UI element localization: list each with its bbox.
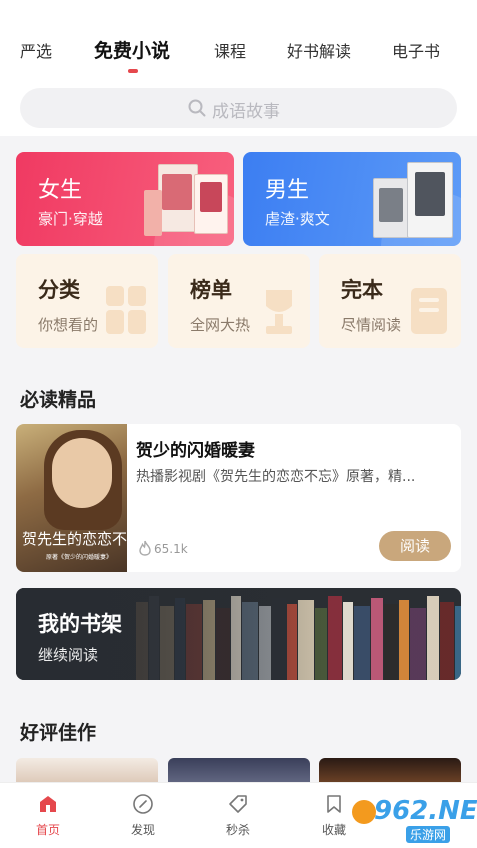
search-bar[interactable]: 成语故事 [20,88,457,128]
tab-book-reviews[interactable]: 好书解读 [287,38,351,62]
top-bar: 严选 免费小说 课程 好书解读 电子书 成语故事 [0,0,477,136]
flame-icon [139,540,151,556]
active-tab-indicator [128,69,138,73]
male-novels-card[interactable]: 男生 虐渣·爽文 [243,152,461,246]
compass-icon [133,794,153,814]
nav-flash-sale[interactable]: 秒杀 [208,793,268,838]
good-reviews-section-title: 好评佳作 [20,722,97,744]
watermark-main-text: 962.NET [374,796,477,826]
tab-free-novels[interactable]: 免费小说 [94,36,170,63]
category-card-completed[interactable]: 完本 尽情阅读 [319,254,461,348]
read-button[interactable]: 阅读 [379,531,451,561]
category-card-title: 完本 [341,278,383,302]
completed-deco-icon [411,288,447,334]
heat-count: 65.1k [154,542,188,556]
nav-discover[interactable]: 发现 [113,793,173,838]
nav-home[interactable]: 首页 [18,793,78,838]
my-bookshelf-banner[interactable]: 我的书架 继续阅读 [16,588,461,680]
classify-deco-icon [106,286,146,334]
category-card-subtitle: 你想看的 [38,316,99,334]
tab-courses[interactable]: 课程 [214,38,246,62]
male-card-subtitle: 虐渣·爽文 [265,210,330,228]
category-card-title: 榜单 [190,278,232,302]
category-card-subtitle: 全网大热 [190,316,251,334]
male-books-image [373,160,457,240]
home-icon [40,796,56,812]
tab-ebooks[interactable]: 电子书 [392,38,440,62]
female-card-subtitle: 豪门·穿越 [38,210,103,228]
book-heat: 65.1k [138,540,188,556]
book-cover: 贺先生的恋恋不忘 原著《贺少的闪婚暖妻》 [16,424,127,572]
watermark-logo-icon [352,800,376,824]
featured-book-card[interactable]: 贺先生的恋恋不忘 原著《贺少的闪婚暖妻》 贺少的闪婚暖妻 热播影视剧《贺先生的恋… [16,424,461,572]
book-description: 热播影视剧《贺先生的恋恋不忘》原著，精... [136,469,416,485]
book-title: 贺少的闪婚暖妻 [136,441,255,461]
nav-label: 发现 [130,823,155,837]
cover-subtitle-text: 原著《贺少的闪婚暖妻》 [46,554,113,561]
search-icon [188,99,206,117]
must-read-section-title: 必读精品 [20,389,97,411]
bookshelf-subtitle: 继续阅读 [38,646,99,664]
watermark-sub-text: 乐游网 [406,826,451,843]
bookshelf-title: 我的书架 [38,612,122,636]
ranking-deco-icon [266,290,292,334]
nav-label: 秒杀 [225,823,250,837]
female-novels-card[interactable]: 女生 豪门·穿越 [16,152,234,246]
bookmark-icon [327,795,341,813]
category-card-classify[interactable]: 分类 你想看的 [16,254,158,348]
site-watermark: 962.NET 乐游网 [352,796,477,843]
category-card-ranking[interactable]: 榜单 全网大热 [168,254,310,348]
male-card-title: 男生 [265,178,310,203]
female-books-image [144,160,230,240]
category-tabs: 严选 免费小说 课程 好书解读 电子书 [0,36,477,73]
nav-label: 首页 [35,823,60,837]
search-placeholder: 成语故事 [212,102,280,122]
category-card-subtitle: 尽情阅读 [341,316,402,334]
tab-yanxuan[interactable]: 严选 [20,38,52,62]
cover-title-text: 贺先生的恋恋不忘 [22,530,127,548]
tag-icon [229,795,247,813]
category-card-title: 分类 [38,278,80,302]
cover-figure-face [52,438,112,508]
female-card-title: 女生 [38,178,83,203]
